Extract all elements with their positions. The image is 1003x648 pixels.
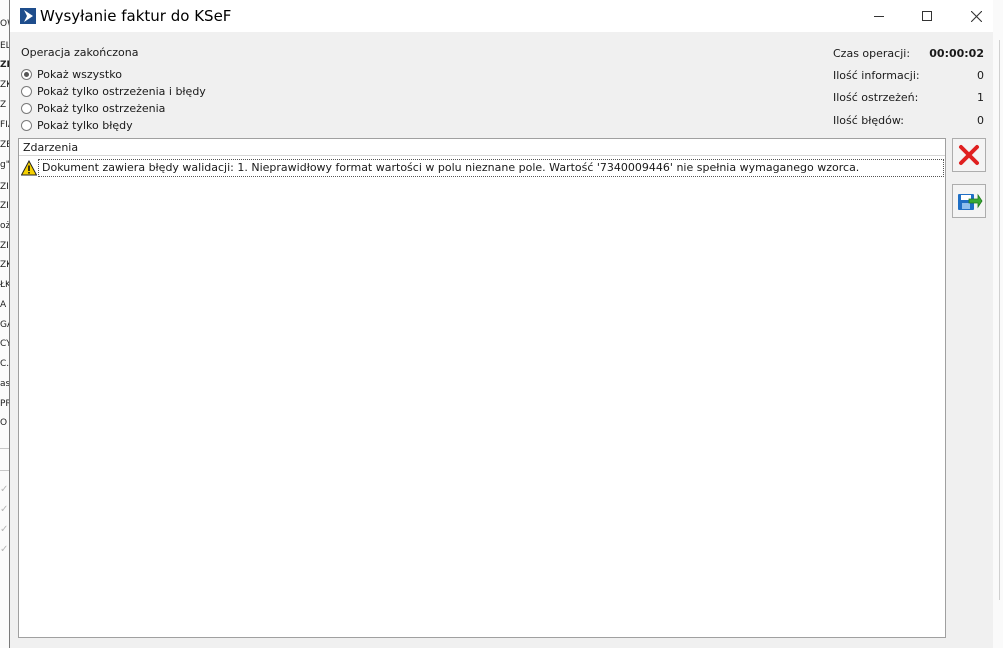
event-row[interactable]: Dokument zawiera błędy walidacji: 1. Nie… <box>19 159 945 177</box>
radio-button[interactable] <box>21 68 32 80</box>
filter-warnings-only[interactable]: Pokaż tylko ostrzeżenia <box>21 100 165 116</box>
event-message: Dokument zawiera błędy walidacji: 1. Nie… <box>38 159 944 177</box>
app-logo-icon <box>20 8 36 24</box>
warnings-count-label: Ilość ostrzeżeń: <box>833 91 919 104</box>
filter-show-all[interactable]: Pokaż wszystko <box>21 66 122 82</box>
warning-icon <box>21 160 37 176</box>
divider <box>999 40 1000 600</box>
events-header: Zdarzenia <box>19 139 945 156</box>
time-label: Czas operacji: <box>833 47 911 60</box>
minimize-button[interactable] <box>856 0 902 32</box>
filter-label: Pokaż tylko ostrzeżenia <box>37 101 166 115</box>
radio-button[interactable] <box>21 85 32 97</box>
save-export-icon <box>958 193 983 210</box>
radio-button[interactable] <box>21 102 32 114</box>
time-value: 00:00:02 <box>929 47 984 60</box>
filter-warnings-and-errors[interactable]: Pokaż tylko ostrzeżenia i błędy <box>21 83 206 99</box>
events-list[interactable]: Zdarzenia Dokument zawiera błędy walidac… <box>18 138 946 638</box>
title-bar[interactable]: Wysyłanie faktur do KSeF <box>10 0 1003 32</box>
info-count-value: 0 <box>977 69 984 82</box>
operation-status: Operacja zakończona <box>21 46 139 59</box>
filter-label: Pokaż tylko ostrzeżenia i błędy <box>37 84 206 98</box>
info-count-label: Ilość informacji: <box>833 69 920 82</box>
background-app-edge <box>993 0 1003 648</box>
minimize-icon <box>874 16 884 17</box>
maximize-button[interactable] <box>904 0 950 32</box>
window-title: Wysyłanie faktur do KSeF <box>40 7 232 25</box>
maximize-icon <box>922 11 932 21</box>
warnings-count-value: 1 <box>977 91 984 104</box>
radio-button[interactable] <box>21 119 32 131</box>
filter-errors-only[interactable]: Pokaż tylko błędy <box>21 117 133 133</box>
filter-label: Pokaż tylko błędy <box>37 118 133 132</box>
errors-count-value: 0 <box>977 114 984 127</box>
cancel-button[interactable] <box>952 138 986 172</box>
dialog-content: Operacja zakończona Pokaż wszystko Pokaż… <box>10 32 1003 648</box>
filter-label: Pokaż wszystko <box>37 67 122 81</box>
save-export-button[interactable] <box>952 184 986 218</box>
red-x-icon <box>959 145 979 165</box>
close-icon <box>970 10 982 22</box>
ksef-dialog: Wysyłanie faktur do KSeF Operacja zakońc… <box>9 0 1003 648</box>
errors-count-label: Ilość błędów: <box>833 114 904 127</box>
